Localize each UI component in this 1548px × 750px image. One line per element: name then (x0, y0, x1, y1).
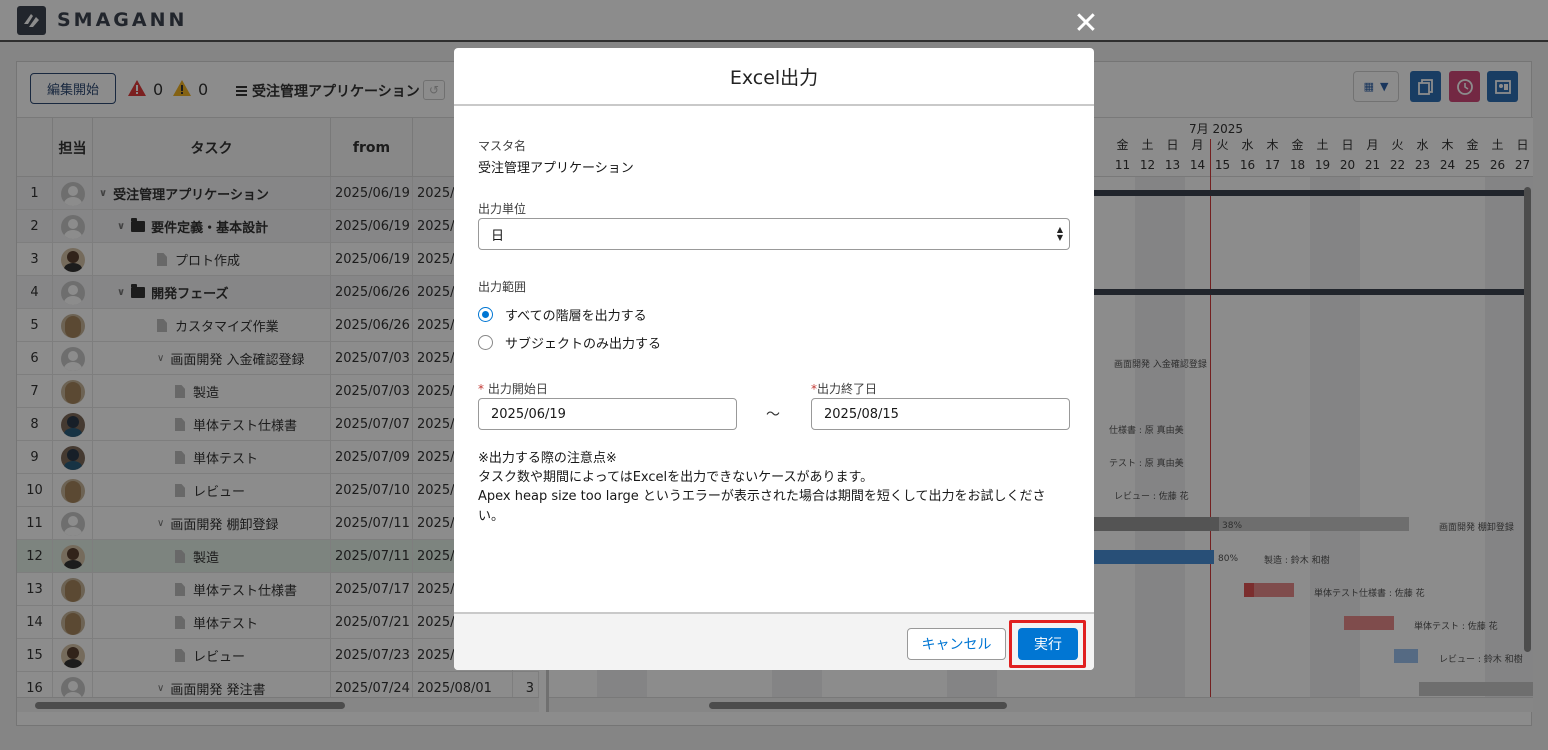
start-date-input[interactable]: 2025/06/19 (478, 398, 737, 430)
modal-title: Excel出力 (454, 48, 1094, 106)
end-date-input[interactable]: 2025/08/15 (811, 398, 1070, 430)
master-name-label: マスタ名 (478, 139, 527, 153)
radio-all-levels-label: すべての階層を出力する (505, 309, 647, 324)
master-name-value: 受注管理アプリケーション (478, 161, 634, 176)
radio-all-levels[interactable]: すべての階層を出力する (478, 305, 647, 324)
output-unit-label: 出力単位 (478, 202, 527, 216)
excel-export-modal: Excel出力 マスタ名 受注管理アプリケーション 出力単位 日 ▲ ▼ 出力範囲… (454, 48, 1094, 670)
radio-unselected-icon[interactable] (478, 335, 493, 350)
note-line-1: タスク数や期間によってはExcelを出力できないケースがあります。 (478, 470, 874, 485)
note-line-2: Apex heap size too large というエラーが表示された場合は… (478, 489, 1046, 524)
select-arrows-icon: ▲ ▼ (1056, 225, 1063, 242)
start-date-label: * 出力開始日 (478, 382, 548, 396)
output-range-label: 出力範囲 (478, 280, 527, 294)
radio-subject-only-label: サブジェクトのみ出力する (505, 337, 662, 352)
output-unit-value: 日 (491, 228, 505, 244)
cancel-button[interactable]: キャンセル (907, 628, 1006, 660)
radio-subject-only[interactable]: サブジェクトのみ出力する (478, 333, 661, 352)
output-unit-select[interactable]: 日 ▲ ▼ (478, 218, 1070, 250)
execute-button[interactable]: 実行 (1018, 628, 1078, 660)
end-date-label: *出力終了日 (811, 382, 878, 396)
radio-selected-icon[interactable] (478, 307, 493, 322)
modal-footer: キャンセル 実行 (454, 612, 1094, 670)
note-title: ※出力する際の注意点※ (478, 451, 617, 466)
range-separator: ～ (766, 407, 780, 423)
close-icon[interactable]: ✕ (1072, 9, 1100, 39)
